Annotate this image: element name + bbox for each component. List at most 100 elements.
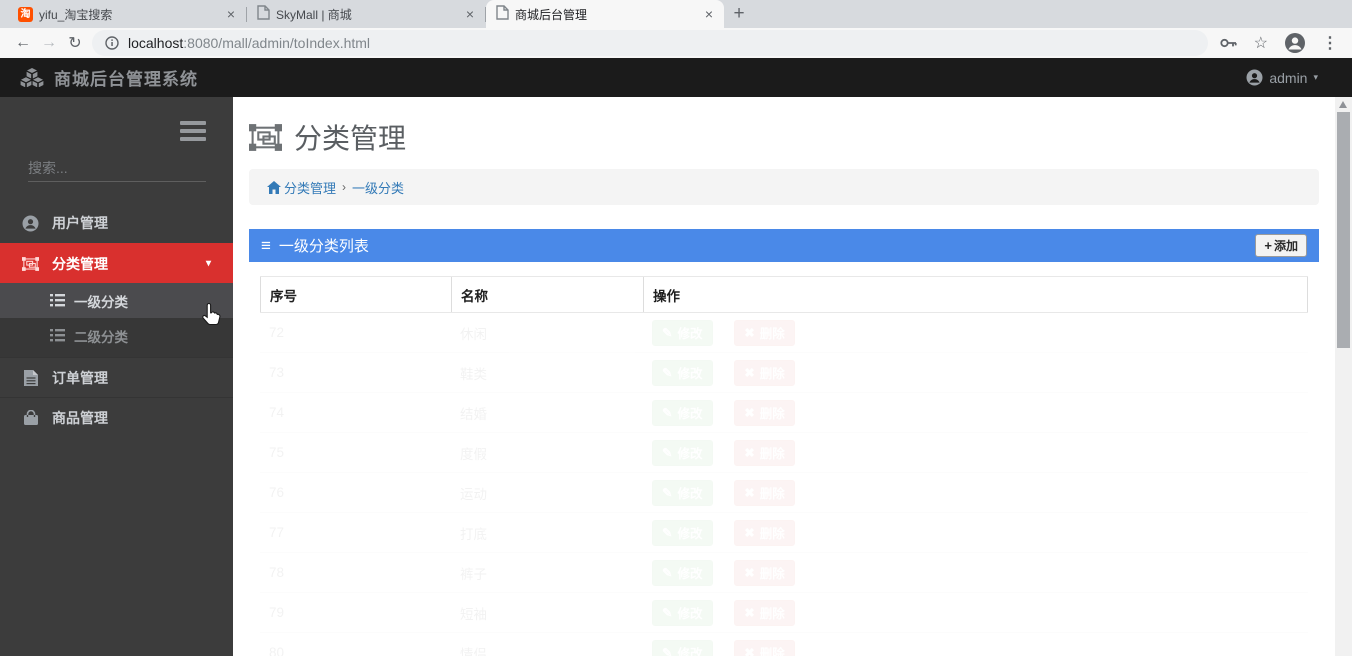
forward-icon[interactable]: → — [36, 34, 62, 52]
edit-button[interactable]: ✎ 修改 — [652, 399, 713, 426]
tab-close-icon[interactable]: × — [224, 6, 238, 22]
chrome-menu-icon[interactable]: ⋮ — [1322, 33, 1338, 53]
list-icon — [50, 329, 65, 342]
sidebar-item-level2-category[interactable]: 二级分类 — [0, 318, 233, 353]
table-row: 80 情侣 ✎ 修改 ✖ 删除 — [260, 633, 1308, 656]
table-row: 79 短袖 ✎ 修改 ✖ 删除 — [260, 593, 1308, 633]
tab-close-icon[interactable]: × — [702, 6, 716, 22]
tab-title: yifu_淘宝搜索 — [39, 7, 113, 22]
tab-close-icon[interactable]: × — [463, 6, 477, 22]
edit-button[interactable]: ✎ 修改 — [652, 479, 713, 506]
table-row: 75 度假 ✎ 修改 ✖ 删除 — [260, 433, 1308, 473]
edit-button[interactable]: ✎ 修改 — [652, 639, 713, 656]
sidebar-item-users[interactable]: 用户管理 — [0, 203, 233, 243]
sidebar: 用户管理 分类管理 ▾ 一级分类 — [0, 97, 233, 656]
pencil-icon: ✎ — [662, 566, 673, 580]
breadcrumb-link-categories[interactable]: 分类管理 — [284, 178, 336, 197]
sidebar-item-level1-category[interactable]: 一级分类 — [0, 283, 233, 318]
edit-button[interactable]: ✎ 修改 — [652, 519, 713, 546]
column-header-name: 名称 — [451, 277, 643, 312]
chevron-down-icon: ▾ — [205, 258, 211, 269]
edit-button[interactable]: ✎ 修改 — [652, 319, 713, 346]
cell-name: 休闲 — [460, 326, 487, 342]
delete-button[interactable]: ✖ 删除 — [734, 519, 795, 546]
cell-actions: ✎ 修改 ✖ 删除 — [643, 519, 1308, 546]
add-button[interactable]: + 添加 — [1255, 234, 1307, 257]
trash-icon: ✖ — [744, 326, 755, 340]
delete-button[interactable]: ✖ 删除 — [734, 319, 795, 346]
delete-button[interactable]: ✖ 删除 — [734, 439, 795, 466]
tab-taobao-search[interactable]: 淘 yifu_淘宝搜索 × — [8, 0, 246, 28]
cell-actions: ✎ 修改 ✖ 删除 — [643, 399, 1308, 426]
sidebar-item-categories[interactable]: 分类管理 ▾ — [0, 243, 233, 283]
back-icon[interactable]: ← — [10, 34, 36, 52]
delete-button[interactable]: ✖ 删除 — [734, 479, 795, 506]
delete-button[interactable]: ✖ 删除 — [734, 639, 795, 656]
cell-name: 运动 — [460, 486, 487, 502]
panel-header: ≡ 一级分类列表 + 添加 — [249, 229, 1319, 262]
panel-title: 一级分类列表 — [278, 238, 369, 255]
scrollbar-thumb[interactable] — [1337, 112, 1350, 348]
cell-id: 75 — [269, 445, 285, 460]
pencil-icon: ✎ — [662, 366, 673, 380]
list-icon: ≡ — [261, 236, 271, 255]
cell-name: 度假 — [460, 446, 487, 462]
sidebar-item-products[interactable]: 商品管理 — [0, 397, 233, 437]
page-title: 分类管理 — [249, 117, 1319, 157]
sidebar-item-label: 用户管理 — [52, 215, 108, 231]
pencil-icon: ✎ — [662, 486, 673, 500]
admin-menu[interactable]: admin ▾ — [1246, 69, 1318, 86]
delete-button[interactable]: ✖ 删除 — [734, 399, 795, 426]
reload-icon[interactable]: ↻ — [62, 33, 88, 53]
sidebar-item-label: 分类管理 — [52, 255, 108, 272]
main-content: 分类管理 分类管理 › 一级分类 ≡ 一级分类列表 + 添加 序号 名称 操作 … — [233, 97, 1335, 656]
sidebar-search-input[interactable] — [28, 155, 206, 182]
bookmark-star-icon[interactable]: ☆ — [1254, 33, 1268, 53]
file-text-icon — [22, 369, 39, 386]
page-title-text: 分类管理 — [294, 123, 407, 154]
trash-icon: ✖ — [744, 646, 755, 656]
plus-icon: + — [1264, 238, 1272, 253]
delete-button[interactable]: ✖ 删除 — [734, 359, 795, 386]
object-group-icon — [22, 256, 39, 271]
edit-button[interactable]: ✎ 修改 — [652, 559, 713, 586]
delete-button[interactable]: ✖ 删除 — [734, 599, 795, 626]
object-group-icon — [249, 123, 282, 151]
edit-button[interactable]: ✎ 修改 — [652, 439, 713, 466]
page-scrollbar[interactable] — [1335, 97, 1352, 656]
menu-toggle-icon[interactable] — [180, 121, 206, 145]
tab-skymall[interactable]: SkyMall | 商城 × — [247, 0, 485, 28]
address-bar[interactable]: localhost:8080/mall/admin/toIndex.html — [92, 30, 1208, 56]
cell-id: 79 — [269, 605, 285, 620]
pencil-icon: ✎ — [662, 526, 673, 540]
edit-button[interactable]: ✎ 修改 — [652, 599, 713, 626]
sidebar-item-label: 一级分类 — [74, 294, 128, 310]
blank-page-favicon-icon — [257, 5, 270, 23]
shopping-bag-icon — [22, 409, 39, 426]
cubes-icon — [20, 68, 44, 87]
key-icon[interactable] — [1220, 37, 1238, 49]
cell-id: 78 — [269, 565, 285, 580]
page-info-icon[interactable] — [105, 36, 119, 50]
trash-icon: ✖ — [744, 366, 755, 380]
breadcrumb-current: 一级分类 — [352, 180, 405, 196]
app-title: 商城后台管理系统 — [54, 70, 198, 89]
table-row: 72 休闲 ✎ 修改 ✖ 删除 — [260, 313, 1308, 353]
profile-avatar-icon[interactable] — [1284, 32, 1306, 54]
tab-mall-admin-active[interactable]: 商城后台管理 × — [486, 0, 724, 28]
new-tab-button[interactable]: + — [724, 0, 754, 28]
pencil-icon: ✎ — [662, 646, 673, 656]
app-brand[interactable]: 商城后台管理系统 — [20, 65, 198, 90]
scrollbar-up-arrow-icon[interactable] — [1339, 101, 1347, 108]
edit-button[interactable]: ✎ 修改 — [652, 359, 713, 386]
table-row: 76 运动 ✎ 修改 ✖ 删除 — [260, 473, 1308, 513]
trash-icon: ✖ — [744, 446, 755, 460]
blank-page-favicon-icon — [496, 5, 509, 23]
toolbar-right-icons: ☆ ⋮ — [1220, 32, 1338, 54]
sidebar-item-orders[interactable]: 订单管理 — [0, 357, 233, 397]
trash-icon: ✖ — [744, 406, 755, 420]
delete-button[interactable]: ✖ 删除 — [734, 559, 795, 586]
pencil-icon: ✎ — [662, 606, 673, 620]
sidebar-submenu: 一级分类 二级分类 — [0, 283, 233, 357]
cell-actions: ✎ 修改 ✖ 删除 — [643, 359, 1308, 386]
